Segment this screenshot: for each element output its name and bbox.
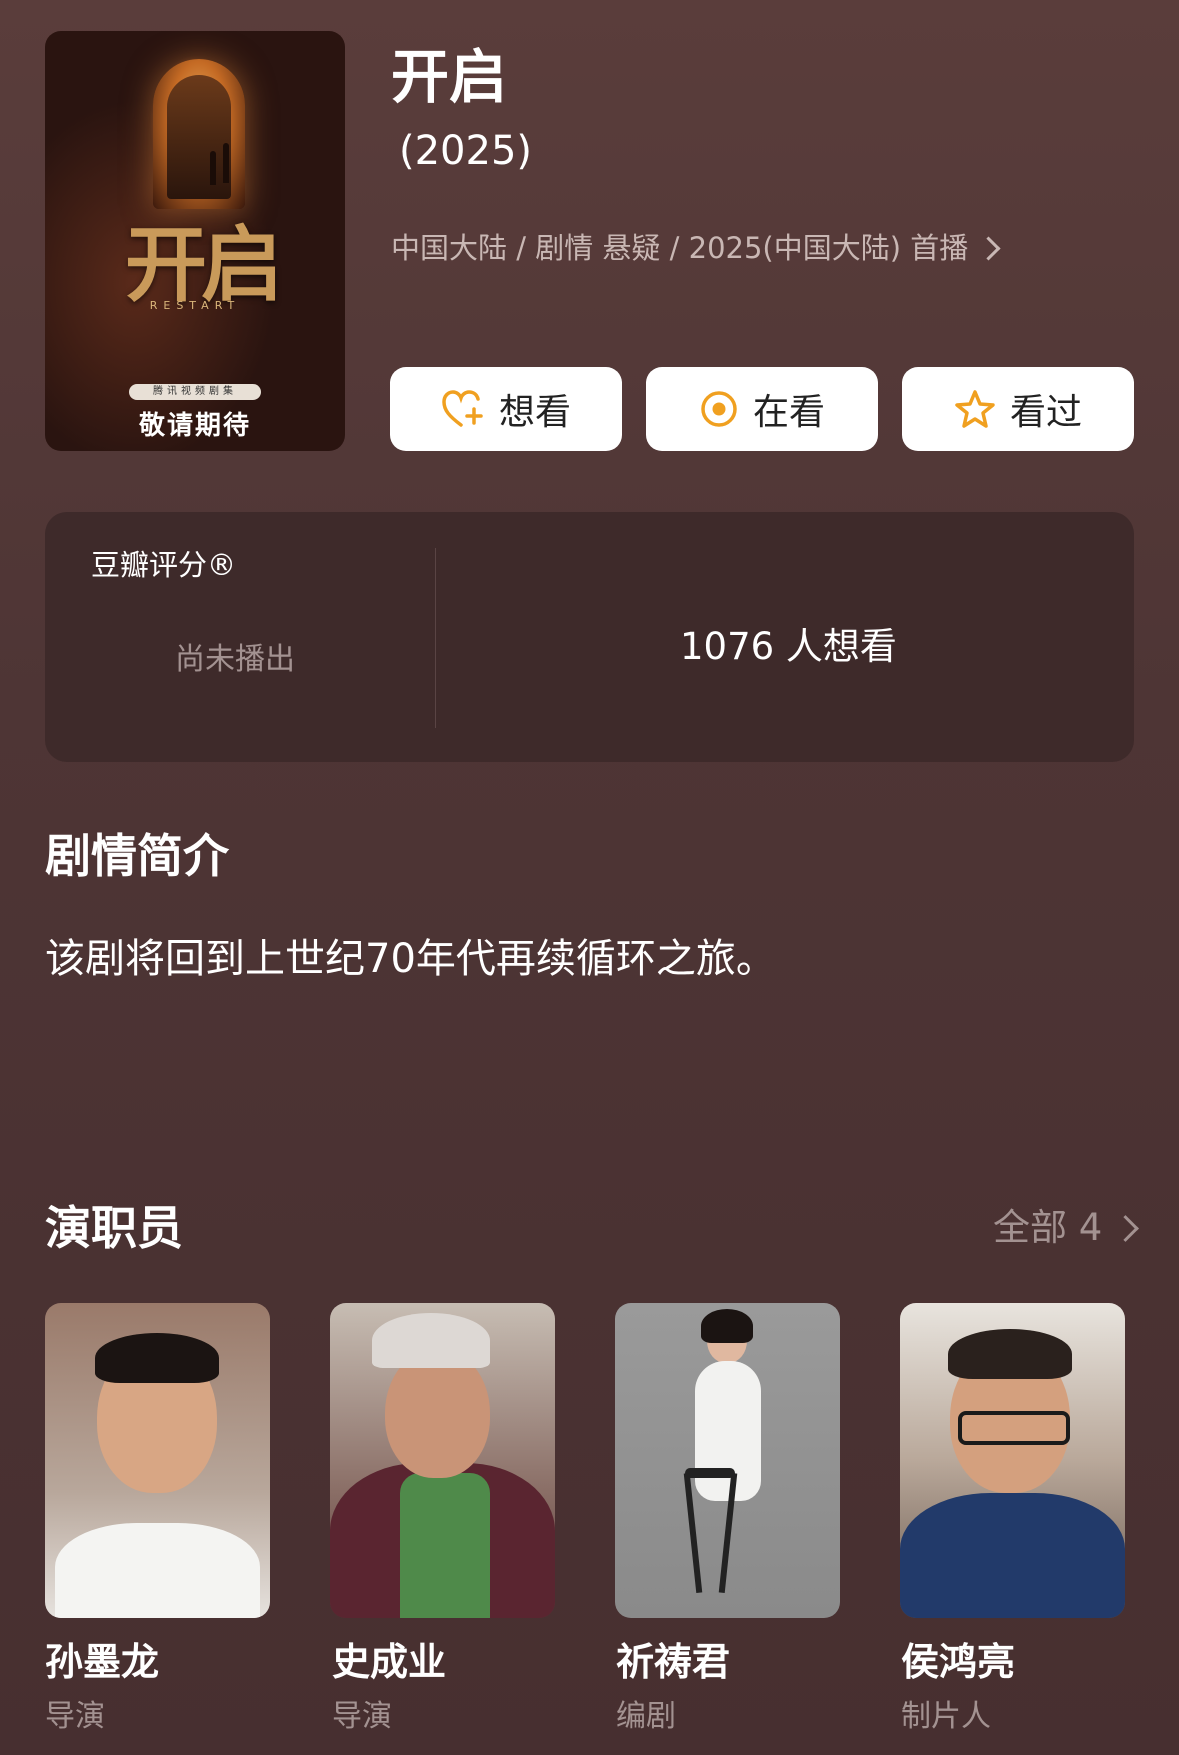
show-meta-text: 中国大陆 / 剧情 悬疑 / 2025(中国大陆) 首播 <box>391 231 969 265</box>
show-meta-link[interactable]: 中国大陆 / 剧情 悬疑 / 2025(中国大陆) 首播 <box>391 228 1001 268</box>
rating-label: 豆瓣评分® <box>91 548 237 582</box>
cast-role: 编剧 <box>616 1699 676 1734</box>
poster-arch-art <box>153 59 245 209</box>
rating-card[interactable]: 豆瓣评分® 尚未播出 1076 人想看 <box>45 512 1134 762</box>
cast-all-link[interactable]: 全部 4 <box>993 1205 1140 1251</box>
watching-button[interactable]: 在看 <box>646 367 878 451</box>
cast-name[interactable]: 孙墨龙 <box>45 1638 159 1686</box>
want-button[interactable]: 想看 <box>390 367 622 451</box>
cast-heading: 演职员 <box>45 1201 183 1255</box>
watched-button[interactable]: 看过 <box>902 367 1134 451</box>
cast-photo[interactable] <box>615 1303 840 1618</box>
poster-image[interactable]: 开启 RESTART 腾讯视频剧集 敬请期待 <box>45 31 345 451</box>
poster-subtitle-art: RESTART <box>149 299 241 312</box>
poster-title-art: 开启 <box>125 217 283 313</box>
target-icon <box>701 391 737 427</box>
chevron-right-icon <box>1112 1214 1140 1242</box>
show-year: (2025) <box>399 128 533 174</box>
show-title: 开启 <box>391 43 508 111</box>
want-button-label: 想看 <box>498 392 571 433</box>
rating-status: 尚未播出 <box>175 642 295 677</box>
cast-all-label: 全部 4 <box>993 1206 1103 1249</box>
cast-role: 导演 <box>332 1699 392 1734</box>
cast-name[interactable]: 史成业 <box>332 1638 446 1686</box>
cast-role: 导演 <box>45 1699 105 1734</box>
cast-name[interactable]: 侯鸿亮 <box>901 1638 1015 1686</box>
wants-count: 1076 人想看 <box>680 625 897 668</box>
poster-figure-art <box>223 143 229 183</box>
synopsis-text[interactable]: 该剧将回到上世纪70年代再续循环之旅。 <box>45 931 776 987</box>
heart-plus-icon <box>442 390 483 427</box>
cast-role: 制片人 <box>901 1699 991 1734</box>
watching-button-label: 在看 <box>752 392 825 433</box>
synopsis-heading: 剧情简介 <box>45 829 229 883</box>
poster-figure-art <box>210 151 216 185</box>
cast-photo[interactable] <box>900 1303 1125 1618</box>
chevron-right-icon <box>976 235 1001 261</box>
star-icon <box>955 390 995 428</box>
rating-divider <box>435 548 436 728</box>
cast-photo[interactable] <box>45 1303 270 1618</box>
cast-photo[interactable] <box>330 1303 555 1618</box>
cast-name[interactable]: 祈祷君 <box>616 1638 730 1686</box>
watched-button-label: 看过 <box>1009 392 1082 433</box>
poster-cta: 敬请期待 <box>138 411 251 441</box>
poster-badge: 腾讯视频剧集 <box>129 384 261 400</box>
